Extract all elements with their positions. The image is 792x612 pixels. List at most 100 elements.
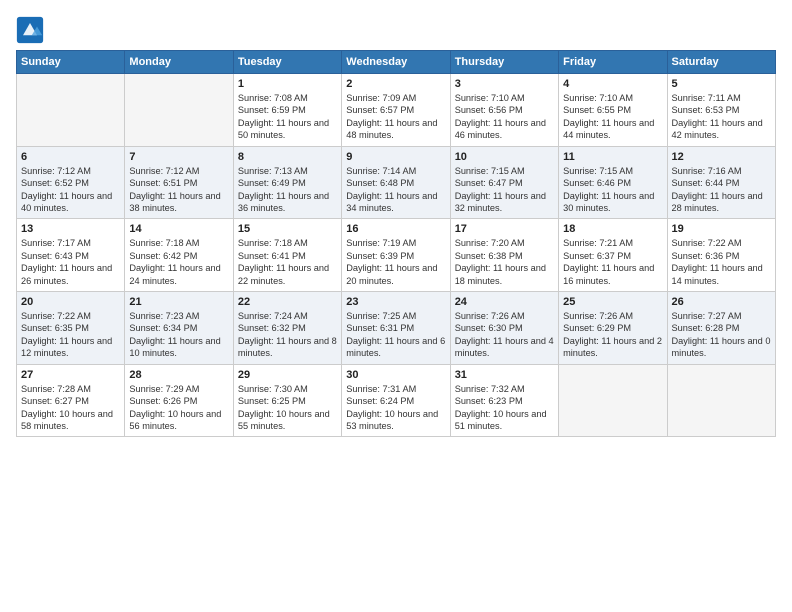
calendar-day-cell: 29 Sunrise: 7:30 AM Sunset: 6:25 PM Dayli… (233, 364, 341, 437)
day-number: 26 (672, 296, 771, 308)
calendar-day-cell: 21 Sunrise: 7:23 AM Sunset: 6:34 PM Dayli… (125, 292, 233, 365)
calendar-day-cell (559, 364, 667, 437)
day-number: 3 (455, 78, 554, 90)
day-info: Sunrise: 7:26 AM Sunset: 6:30 PM Dayligh… (455, 310, 554, 360)
logo (16, 16, 48, 44)
day-number: 20 (21, 296, 120, 308)
weekday-header-cell: Thursday (450, 51, 558, 74)
day-number: 15 (238, 223, 337, 235)
day-number: 29 (238, 369, 337, 381)
day-number: 27 (21, 369, 120, 381)
day-info: Sunrise: 7:08 AM Sunset: 6:59 PM Dayligh… (238, 92, 337, 142)
calendar-day-cell: 27Sunrise: 7:28 AM Sunset: 6:27 PM Dayli… (17, 364, 125, 437)
weekday-header-cell: Saturday (667, 51, 775, 74)
day-info: Sunrise: 7:14 AM Sunset: 6:48 PM Dayligh… (346, 165, 445, 215)
calendar-day-cell: 22 Sunrise: 7:24 AM Sunset: 6:32 PM Dayli… (233, 292, 341, 365)
calendar-day-cell: 14 Sunrise: 7:18 AM Sunset: 6:42 PM Dayli… (125, 219, 233, 292)
calendar-day-cell: 1 Sunrise: 7:08 AM Sunset: 6:59 PM Daylig… (233, 74, 341, 147)
weekday-header-cell: Tuesday (233, 51, 341, 74)
calendar-day-cell: 15Sunrise: 7:18 AM Sunset: 6:41 PM Dayli… (233, 219, 341, 292)
weekday-header-cell: Sunday (17, 51, 125, 74)
calendar-day-cell (667, 364, 775, 437)
day-info: Sunrise: 7:09 AM Sunset: 6:57 PM Dayligh… (346, 92, 445, 142)
day-info: Sunrise: 7:11 AM Sunset: 6:53 PM Dayligh… (672, 92, 771, 142)
day-number: 10 (455, 151, 554, 163)
calendar-day-cell: 5 Sunrise: 7:11 AM Sunset: 6:53 PM Daylig… (667, 74, 775, 147)
calendar-week-row: 1 Sunrise: 7:08 AM Sunset: 6:59 PM Daylig… (17, 74, 776, 147)
calendar-day-cell: 4Sunrise: 7:10 AM Sunset: 6:55 PM Daylig… (559, 74, 667, 147)
day-info: Sunrise: 7:10 AM Sunset: 6:56 PM Dayligh… (455, 92, 554, 142)
day-info: Sunrise: 7:18 AM Sunset: 6:42 PM Dayligh… (129, 237, 228, 287)
calendar-week-row: 20 Sunrise: 7:22 AM Sunset: 6:35 PM Dayli… (17, 292, 776, 365)
day-info: Sunrise: 7:22 AM Sunset: 6:35 PM Dayligh… (21, 310, 120, 360)
calendar-day-cell: 19 Sunrise: 7:22 AM Sunset: 6:36 PM Dayli… (667, 219, 775, 292)
day-number: 2 (346, 78, 445, 90)
day-info: Sunrise: 7:10 AM Sunset: 6:55 PM Dayligh… (563, 92, 662, 142)
day-info: Sunrise: 7:21 AM Sunset: 6:37 PM Dayligh… (563, 237, 662, 287)
day-number: 6 (21, 151, 120, 163)
page-container: SundayMondayTuesdayWednesdayThursdayFrid… (0, 0, 792, 447)
day-info: Sunrise: 7:23 AM Sunset: 6:34 PM Dayligh… (129, 310, 228, 360)
day-number: 23 (346, 296, 445, 308)
day-info: Sunrise: 7:31 AM Sunset: 6:24 PM Dayligh… (346, 383, 445, 433)
calendar-body: 1 Sunrise: 7:08 AM Sunset: 6:59 PM Daylig… (17, 74, 776, 437)
day-info: Sunrise: 7:25 AM Sunset: 6:31 PM Dayligh… (346, 310, 445, 360)
day-info: Sunrise: 7:16 AM Sunset: 6:44 PM Dayligh… (672, 165, 771, 215)
weekday-header-cell: Friday (559, 51, 667, 74)
calendar-day-cell (17, 74, 125, 147)
day-info: Sunrise: 7:29 AM Sunset: 6:26 PM Dayligh… (129, 383, 228, 433)
day-info: Sunrise: 7:20 AM Sunset: 6:38 PM Dayligh… (455, 237, 554, 287)
calendar-day-cell: 28 Sunrise: 7:29 AM Sunset: 6:26 PM Dayli… (125, 364, 233, 437)
day-info: Sunrise: 7:12 AM Sunset: 6:51 PM Dayligh… (129, 165, 228, 215)
calendar-day-cell: 17 Sunrise: 7:20 AM Sunset: 6:38 PM Dayli… (450, 219, 558, 292)
day-info: Sunrise: 7:27 AM Sunset: 6:28 PM Dayligh… (672, 310, 771, 360)
day-info: Sunrise: 7:17 AM Sunset: 6:43 PM Dayligh… (21, 237, 120, 287)
calendar-day-cell: 10 Sunrise: 7:15 AM Sunset: 6:47 PM Dayli… (450, 146, 558, 219)
day-number: 11 (563, 151, 662, 163)
day-number: 18 (563, 223, 662, 235)
day-info: Sunrise: 7:12 AM Sunset: 6:52 PM Dayligh… (21, 165, 120, 215)
calendar-day-cell: 7Sunrise: 7:12 AM Sunset: 6:51 PM Daylig… (125, 146, 233, 219)
calendar-day-cell: 9 Sunrise: 7:14 AM Sunset: 6:48 PM Daylig… (342, 146, 450, 219)
day-number: 24 (455, 296, 554, 308)
day-number: 19 (672, 223, 771, 235)
calendar-day-cell: 23 Sunrise: 7:25 AM Sunset: 6:31 PM Dayli… (342, 292, 450, 365)
day-number: 14 (129, 223, 228, 235)
day-number: 5 (672, 78, 771, 90)
day-number: 1 (238, 78, 337, 90)
calendar-day-cell: 26 Sunrise: 7:27 AM Sunset: 6:28 PM Dayli… (667, 292, 775, 365)
weekday-header-cell: Monday (125, 51, 233, 74)
calendar-day-cell: 30Sunrise: 7:31 AM Sunset: 6:24 PM Dayli… (342, 364, 450, 437)
calendar-day-cell: 13 Sunrise: 7:17 AM Sunset: 6:43 PM Dayli… (17, 219, 125, 292)
day-number: 13 (21, 223, 120, 235)
calendar-day-cell (125, 74, 233, 147)
day-number: 12 (672, 151, 771, 163)
day-info: Sunrise: 7:26 AM Sunset: 6:29 PM Dayligh… (563, 310, 662, 360)
day-info: Sunrise: 7:15 AM Sunset: 6:47 PM Dayligh… (455, 165, 554, 215)
day-number: 17 (455, 223, 554, 235)
calendar-day-cell: 24 Sunrise: 7:26 AM Sunset: 6:30 PM Dayli… (450, 292, 558, 365)
calendar-day-cell: 31Sunrise: 7:32 AM Sunset: 6:23 PM Dayli… (450, 364, 558, 437)
logo-icon (16, 16, 44, 44)
calendar-day-cell: 6 Sunrise: 7:12 AM Sunset: 6:52 PM Daylig… (17, 146, 125, 219)
day-number: 22 (238, 296, 337, 308)
day-number: 9 (346, 151, 445, 163)
header (16, 16, 776, 44)
day-number: 31 (455, 369, 554, 381)
calendar-day-cell: 8Sunrise: 7:13 AM Sunset: 6:49 PM Daylig… (233, 146, 341, 219)
day-number: 21 (129, 296, 228, 308)
calendar-day-cell: 11Sunrise: 7:15 AM Sunset: 6:46 PM Dayli… (559, 146, 667, 219)
day-info: Sunrise: 7:24 AM Sunset: 6:32 PM Dayligh… (238, 310, 337, 360)
day-info: Sunrise: 7:30 AM Sunset: 6:25 PM Dayligh… (238, 383, 337, 433)
calendar-day-cell: 20 Sunrise: 7:22 AM Sunset: 6:35 PM Dayli… (17, 292, 125, 365)
calendar-week-row: 27Sunrise: 7:28 AM Sunset: 6:27 PM Dayli… (17, 364, 776, 437)
day-info: Sunrise: 7:19 AM Sunset: 6:39 PM Dayligh… (346, 237, 445, 287)
day-number: 25 (563, 296, 662, 308)
day-number: 28 (129, 369, 228, 381)
calendar-day-cell: 12 Sunrise: 7:16 AM Sunset: 6:44 PM Dayli… (667, 146, 775, 219)
calendar-day-cell: 16 Sunrise: 7:19 AM Sunset: 6:39 PM Dayli… (342, 219, 450, 292)
calendar-week-row: 13 Sunrise: 7:17 AM Sunset: 6:43 PM Dayli… (17, 219, 776, 292)
day-info: Sunrise: 7:22 AM Sunset: 6:36 PM Dayligh… (672, 237, 771, 287)
day-number: 16 (346, 223, 445, 235)
calendar-day-cell: 3 Sunrise: 7:10 AM Sunset: 6:56 PM Daylig… (450, 74, 558, 147)
